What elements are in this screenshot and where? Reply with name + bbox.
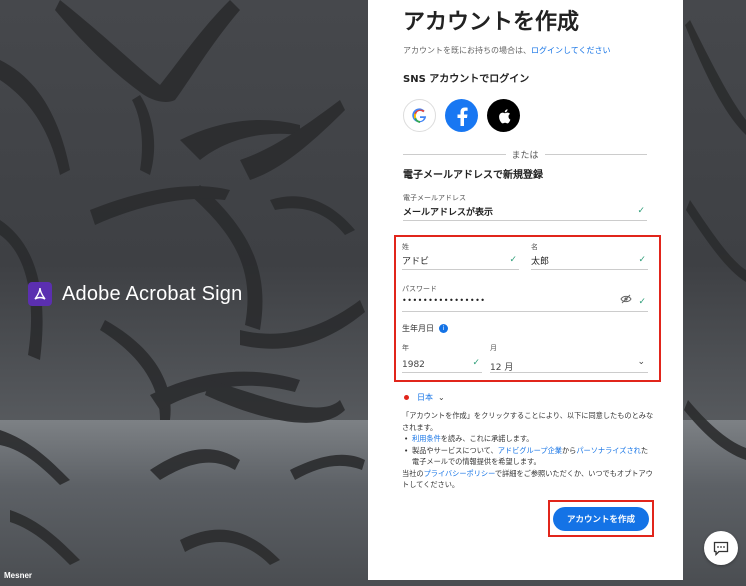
apple-icon <box>498 108 510 123</box>
or-divider: または <box>403 148 648 161</box>
terms-outro: 当社のプライバシーポリシーで詳細をご参照いただくか、いつでもオプトアウトしてくだ… <box>402 468 654 491</box>
terms-of-use-link[interactable]: 利用条件 <box>412 434 441 443</box>
facebook-icon <box>457 107 468 126</box>
month-value: 12 月 <box>490 363 514 373</box>
terms-text: 「アカウントを作成」をクリックすることにより、以下に同意したものとみなされます。… <box>402 410 654 491</box>
sns-heading: SNS アカウントでログイン <box>403 74 530 85</box>
japan-flag-icon <box>404 395 409 400</box>
apple-login-button[interactable] <box>487 99 520 132</box>
chat-button[interactable] <box>704 531 738 565</box>
terms-bullet-2-prefix: 製品やサービスについて、 <box>412 445 498 455</box>
check-icon: ✓ <box>509 255 517 265</box>
google-login-button[interactable] <box>403 99 436 132</box>
dob-row: 年 1982 ✓ 月 12 月 ⌄ <box>402 343 648 373</box>
terms-bullet-1-text: を読み、これに承諾します。 <box>440 434 534 443</box>
month-select[interactable]: 月 12 月 ⌄ <box>490 343 648 373</box>
terms-outro-prefix: 当社の <box>402 468 424 478</box>
last-name-field[interactable]: 姓 アドビ ✓ <box>402 242 519 270</box>
check-icon: ✓ <box>472 358 480 368</box>
acrobat-sign-icon <box>28 282 52 306</box>
country-value: 日本 <box>417 393 433 402</box>
year-field[interactable]: 年 1982 ✓ <box>402 343 482 373</box>
password-label: パスワード <box>402 285 437 293</box>
sns-buttons <box>403 99 647 132</box>
brand-name: Adobe Acrobat Sign <box>62 282 243 305</box>
terms-bullet-1: 利用条件を読み、これに承諾します。 <box>402 433 654 445</box>
page-title: アカウントを作成 <box>403 10 580 35</box>
terms-bullet-2: 製品やサービスについて、アドビグループ企業からパーソナライズされた電子メールでの… <box>402 445 654 468</box>
name-row: 姓 アドビ ✓ 名 太郎 ✓ <box>402 242 648 270</box>
google-icon <box>411 107 426 123</box>
signin-prompt: アカウントを既にお持ちの場合は、ログインしてください <box>403 45 647 56</box>
password-field[interactable]: パスワード •••••••••••••••• ✓ <box>402 284 648 312</box>
year-value: 1982 <box>402 360 425 370</box>
check-icon: ✓ <box>638 297 646 307</box>
first-name-field[interactable]: 名 太郎 ✓ <box>531 242 648 270</box>
check-icon: ✓ <box>638 255 646 265</box>
email-signup-heading: 電子メールアドレスで新規登録 <box>403 170 543 181</box>
chevron-down-icon: ⌄ <box>438 393 445 402</box>
check-icon: ✓ <box>637 206 645 216</box>
dob-heading: 生年月日 i <box>402 323 448 334</box>
dob-label: 生年月日 <box>402 324 434 333</box>
info-icon[interactable]: i <box>439 324 448 333</box>
privacy-policy-link[interactable]: プライバシーポリシー <box>424 469 495 478</box>
personalized-link[interactable]: パーソナライズされ <box>576 446 640 455</box>
first-name-label: 名 <box>531 243 538 251</box>
email-field[interactable]: 電子メールアドレス メールアドレスが表示 ✓ <box>403 193 647 221</box>
hide-password-icon[interactable] <box>620 294 632 307</box>
terms-bullet-2-mid: から <box>561 445 577 455</box>
or-divider-text: または <box>511 151 539 161</box>
year-label: 年 <box>402 344 409 352</box>
month-label: 月 <box>490 344 497 352</box>
facebook-login-button[interactable] <box>445 99 478 132</box>
watermark-text: Mesner <box>4 571 33 580</box>
signin-prompt-text: アカウントを既にお持ちの場合は、 <box>403 46 531 55</box>
password-value: •••••••••••••••• <box>402 296 486 305</box>
country-selector[interactable]: 日本 ⌄ <box>404 392 445 403</box>
brand-logo: Adobe Acrobat Sign <box>28 282 242 306</box>
last-name-label: 姓 <box>402 243 409 251</box>
signin-link[interactable]: ログインしてください <box>531 46 611 55</box>
chevron-down-icon: ⌄ <box>637 357 645 367</box>
email-value: メールアドレスが表示 <box>403 208 494 218</box>
adobe-group-link[interactable]: アドビグループ企業 <box>498 446 562 455</box>
last-name-value: アドビ <box>402 257 430 267</box>
create-account-button[interactable]: アカウントを作成 <box>553 507 649 531</box>
chat-icon <box>713 541 729 556</box>
terms-intro: 「アカウントを作成」をクリックすることにより、以下に同意したものとみなされます。 <box>402 411 654 432</box>
email-label: 電子メールアドレス <box>403 194 466 202</box>
first-name-value: 太郎 <box>531 257 550 267</box>
